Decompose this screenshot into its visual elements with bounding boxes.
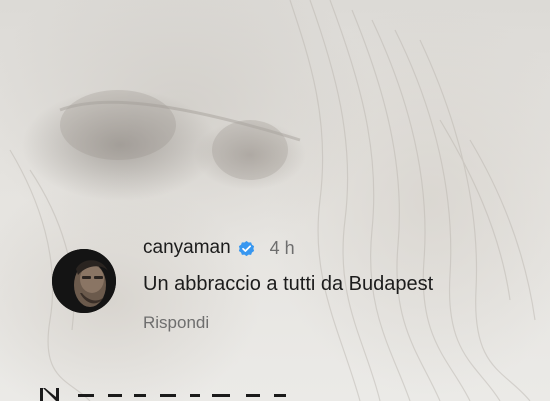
cropped-caption-glyphs	[38, 388, 338, 401]
avatar[interactable]	[52, 249, 116, 313]
reply-button[interactable]: Rispondi	[143, 313, 209, 333]
comment-item: canyaman 4 h Un abbraccio a tutti da Bud…	[52, 231, 522, 341]
comment-header: canyaman 4 h	[143, 235, 295, 261]
comment-text: Un abbraccio a tutti da Budapest	[143, 273, 434, 295]
timestamp: 4 h	[269, 237, 295, 258]
username[interactable]: canyaman	[143, 237, 231, 259]
avatar-image-icon	[52, 249, 116, 313]
cropped-caption-text	[38, 388, 338, 401]
verified-badge-icon	[237, 239, 256, 258]
